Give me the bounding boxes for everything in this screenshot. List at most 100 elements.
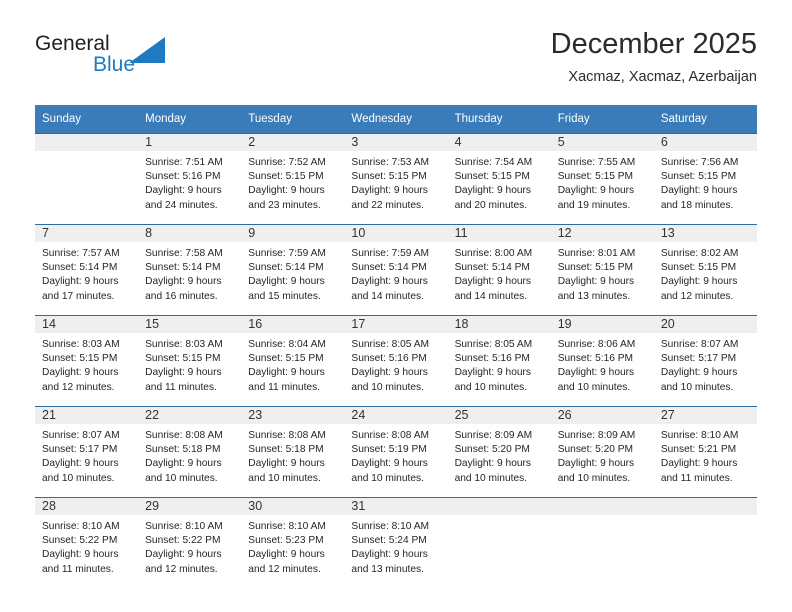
day-details: Sunrise: 8:01 AM Sunset: 5:15 PM Daylight:… [551, 242, 654, 304]
weekday-header-thursday: Thursday [447, 105, 551, 134]
daylight-duration-line2: and 10 minutes. [454, 472, 528, 484]
calendar-day-cell[interactable]: 12 Sunrise: 8:01 AM Sunset: 5:15 PM Dayligh… [550, 224, 654, 316]
calendar-day-cell[interactable]: 30 Sunrise: 8:10 AM Sunset: 5:23 PM Dayligh… [241, 497, 345, 588]
calendar-day-cell[interactable]: 1 Sunrise: 7:51 AM Sunset: 5:16 PM Daylight… [138, 133, 242, 225]
day-number: 13 [653, 225, 757, 242]
calendar-day-cell-empty [550, 497, 654, 588]
daylight-duration-line2: and 10 minutes. [351, 472, 424, 484]
sunset-time: Sunset: 5:22 PM [145, 535, 221, 547]
sunrise-time: Sunrise: 8:00 AM [454, 248, 533, 259]
day-details: Sunrise: 8:07 AM Sunset: 5:17 PM Daylight:… [35, 424, 138, 486]
day-details: Sunrise: 7:55 AM Sunset: 5:15 PM Daylight:… [551, 151, 654, 213]
calendar-day-cell[interactable]: 29 Sunrise: 8:10 AM Sunset: 5:22 PM Dayligh… [138, 497, 242, 588]
calendar-day-cell[interactable]: 6 Sunrise: 7:56 AM Sunset: 5:15 PM Daylight… [653, 133, 757, 225]
calendar-day-cell[interactable]: 5 Sunrise: 7:55 AM Sunset: 5:15 PM Daylight… [550, 133, 654, 225]
sunset-time: Sunset: 5:14 PM [42, 262, 118, 274]
day-details: Sunrise: 8:10 AM Sunset: 5:22 PM Daylight:… [35, 515, 138, 577]
calendar-day-cell[interactable]: 14 Sunrise: 8:03 AM Sunset: 5:15 PM Dayligh… [35, 315, 139, 407]
calendar-day-cell[interactable]: 16 Sunrise: 8:04 AM Sunset: 5:15 PM Dayligh… [241, 315, 345, 407]
sunset-time: Sunset: 5:15 PM [660, 171, 737, 183]
calendar-day-cell[interactable]: 9 Sunrise: 7:59 AM Sunset: 5:14 PM Daylight… [241, 224, 345, 316]
triangle-logo-icon [129, 37, 165, 63]
day-details: Sunrise: 8:08 AM Sunset: 5:18 PM Daylight:… [241, 424, 344, 486]
daylight-duration-line1: Daylight: 9 hours [454, 458, 532, 470]
sunset-time: Sunset: 5:15 PM [42, 353, 118, 365]
calendar-day-cell[interactable]: 25 Sunrise: 8:09 AM Sunset: 5:20 PM Dayligh… [447, 406, 551, 498]
calendar-day-cell[interactable]: 24 Sunrise: 8:08 AM Sunset: 5:19 PM Dayligh… [344, 406, 448, 498]
sunrise-time: Sunrise: 7:59 AM [248, 248, 326, 259]
day-details: Sunrise: 7:54 AM Sunset: 5:15 PM Daylight:… [448, 151, 551, 213]
day-number: 19 [550, 316, 654, 333]
weekday-header-saturday: Saturday [653, 105, 757, 134]
daylight-duration-line2: and 11 minutes. [145, 381, 217, 393]
daylight-duration-line1: Daylight: 9 hours [42, 549, 119, 561]
sunset-time: Sunset: 5:16 PM [351, 353, 427, 365]
daylight-duration-line1: Daylight: 9 hours [248, 276, 325, 288]
day-number: 17 [344, 316, 448, 333]
daylight-duration-line1: Daylight: 9 hours [351, 458, 428, 470]
daylight-duration-line1: Daylight: 9 hours [145, 458, 222, 470]
sunset-time: Sunset: 5:20 PM [454, 444, 530, 456]
daylight-duration-line1: Daylight: 9 hours [557, 185, 635, 197]
day-number: 7 [35, 225, 139, 242]
calendar-day-cell[interactable]: 19 Sunrise: 8:06 AM Sunset: 5:16 PM Dayligh… [550, 315, 654, 407]
daylight-duration-line2: and 13 minutes. [351, 563, 424, 575]
daylight-duration-line2: and 12 minutes. [248, 563, 321, 575]
daylight-duration-line1: Daylight: 9 hours [351, 367, 428, 379]
day-number: 23 [241, 407, 345, 424]
calendar-body: 1 Sunrise: 7:51 AM Sunset: 5:16 PM Daylight… [35, 133, 757, 588]
daylight-duration-line1: Daylight: 9 hours [145, 549, 222, 561]
calendar-day-cell[interactable]: 20 Sunrise: 8:07 AM Sunset: 5:17 PM Dayligh… [653, 315, 757, 407]
sunrise-time: Sunrise: 8:10 AM [42, 521, 120, 532]
day-number: 1 [138, 134, 242, 151]
day-number: 27 [653, 407, 757, 424]
calendar-day-cell[interactable]: 10 Sunrise: 7:59 AM Sunset: 5:14 PM Dayligh… [344, 224, 448, 316]
day-number [35, 134, 139, 151]
sunrise-time: Sunrise: 7:56 AM [660, 157, 739, 168]
calendar-day-cell[interactable]: 7 Sunrise: 7:57 AM Sunset: 5:14 PM Daylight… [35, 224, 139, 316]
calendar-day-cell[interactable]: 21 Sunrise: 8:07 AM Sunset: 5:17 PM Dayligh… [35, 406, 139, 498]
sunset-time: Sunset: 5:15 PM [145, 353, 221, 365]
calendar-day-cell[interactable]: 8 Sunrise: 7:58 AM Sunset: 5:14 PM Daylight… [138, 224, 242, 316]
calendar-day-cell[interactable]: 15 Sunrise: 8:03 AM Sunset: 5:15 PM Dayligh… [138, 315, 242, 407]
daylight-duration-line2: and 19 minutes. [557, 199, 631, 211]
calendar-day-cell[interactable]: 26 Sunrise: 8:09 AM Sunset: 5:20 PM Dayligh… [550, 406, 654, 498]
day-details: Sunrise: 8:09 AM Sunset: 5:20 PM Daylight:… [448, 424, 551, 486]
sunrise-time: Sunrise: 8:05 AM [351, 339, 430, 350]
calendar-day-cell[interactable]: 11 Sunrise: 8:00 AM Sunset: 5:14 PM Dayligh… [447, 224, 551, 316]
day-number: 8 [138, 225, 242, 242]
calendar-day-cell[interactable]: 31 Sunrise: 8:10 AM Sunset: 5:24 PM Dayligh… [344, 497, 448, 588]
day-number: 16 [241, 316, 345, 333]
calendar-day-cell[interactable]: 18 Sunrise: 8:05 AM Sunset: 5:16 PM Dayligh… [447, 315, 551, 407]
daylight-duration-line2: and 12 minutes. [145, 563, 218, 575]
calendar-day-cell[interactable]: 4 Sunrise: 7:54 AM Sunset: 5:15 PM Daylight… [447, 133, 551, 225]
calendar-day-cell[interactable]: 13 Sunrise: 8:02 AM Sunset: 5:15 PM Dayligh… [653, 224, 757, 316]
day-details: Sunrise: 8:05 AM Sunset: 5:16 PM Daylight:… [344, 333, 447, 395]
calendar-day-cell[interactable]: 22 Sunrise: 8:08 AM Sunset: 5:18 PM Dayligh… [138, 406, 242, 498]
page-header: General Blue December 2025 Xacmaz, Xacma… [35, 26, 757, 96]
day-number: 6 [653, 134, 757, 151]
calendar-day-cell-empty [653, 497, 757, 588]
day-number: 29 [138, 498, 242, 515]
daylight-duration-line2: and 20 minutes. [454, 199, 528, 211]
daylight-duration-line2: and 12 minutes. [660, 290, 734, 302]
day-details: Sunrise: 8:07 AM Sunset: 5:17 PM Daylight:… [654, 333, 757, 395]
day-details: Sunrise: 7:52 AM Sunset: 5:15 PM Daylight:… [241, 151, 344, 213]
day-number: 10 [344, 225, 448, 242]
calendar-day-cell[interactable]: 17 Sunrise: 8:05 AM Sunset: 5:16 PM Dayligh… [344, 315, 448, 407]
sunrise-time: Sunrise: 8:10 AM [248, 521, 326, 532]
calendar-day-cell[interactable]: 23 Sunrise: 8:08 AM Sunset: 5:18 PM Dayligh… [241, 406, 345, 498]
calendar-day-cell[interactable]: 3 Sunrise: 7:53 AM Sunset: 5:15 PM Daylight… [344, 133, 448, 225]
daylight-duration-line1: Daylight: 9 hours [351, 185, 428, 197]
daylight-duration-line2: and 15 minutes. [248, 290, 321, 302]
brand-logo[interactable]: General Blue [35, 32, 215, 88]
calendar-day-cell[interactable]: 28 Sunrise: 8:10 AM Sunset: 5:22 PM Dayligh… [35, 497, 139, 588]
sunset-time: Sunset: 5:14 PM [351, 262, 427, 274]
calendar-day-cell[interactable]: 27 Sunrise: 8:10 AM Sunset: 5:21 PM Dayligh… [653, 406, 757, 498]
daylight-duration-line1: Daylight: 9 hours [454, 276, 532, 288]
calendar-day-cell-empty [35, 133, 139, 225]
sunset-time: Sunset: 5:17 PM [660, 353, 737, 365]
sunrise-time: Sunrise: 8:06 AM [557, 339, 636, 350]
calendar-day-cell[interactable]: 2 Sunrise: 7:52 AM Sunset: 5:15 PM Daylight… [241, 133, 345, 225]
daylight-duration-line2: and 18 minutes. [660, 199, 734, 211]
